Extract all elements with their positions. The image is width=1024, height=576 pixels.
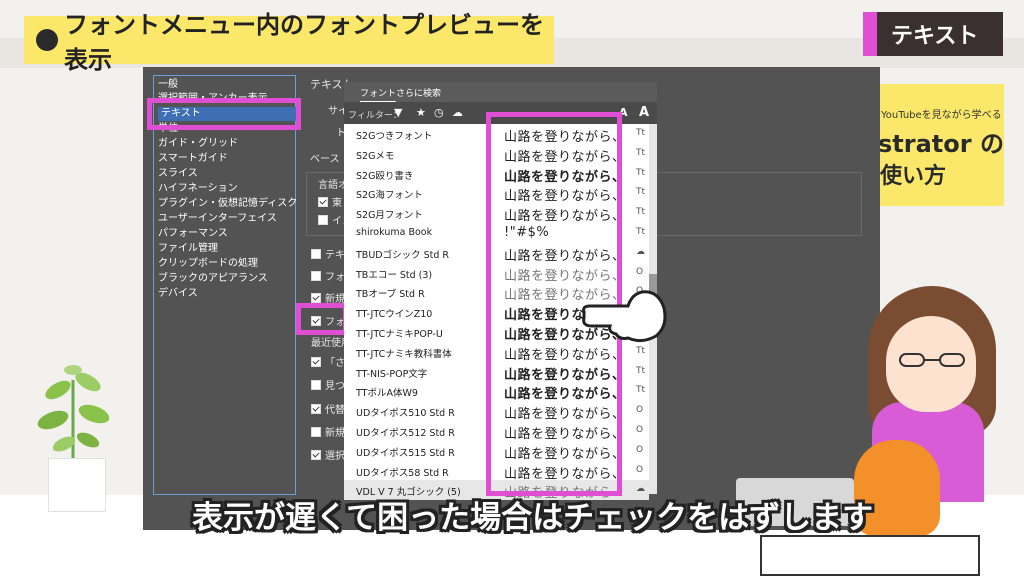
font-name: S2Gつきフォント — [356, 131, 433, 142]
tab-find-more[interactable]: さらに検索 — [396, 86, 441, 99]
font-type-icon: Tt — [636, 167, 646, 178]
font-type-icon: Tt — [636, 345, 646, 356]
font-name: UDタイポス510 Std R — [356, 408, 455, 420]
checkbox[interactable] — [311, 380, 321, 390]
font-name: shirokuma Book — [356, 227, 433, 238]
cloud-icon[interactable]: ☁ — [452, 106, 463, 119]
font-type-icon: Tt — [636, 365, 646, 376]
option-row-2[interactable]: フォ — [311, 268, 345, 283]
desk-illustration — [760, 535, 980, 576]
font-name: TT-JTCナミキPOP-U — [356, 329, 443, 340]
font-type-icon: Tt — [636, 207, 646, 218]
recent-clock-icon[interactable]: ◷ — [434, 106, 444, 119]
sidebar-item-clipboard[interactable]: クリップボードの処理 — [158, 257, 258, 271]
font-type-icon: O — [636, 464, 644, 475]
sidebar-item-plugins[interactable]: プラグイン・仮想記憶ディスク — [158, 197, 297, 211]
baseline-label: ベース — [310, 154, 340, 165]
promo-title: strator の — [878, 130, 1004, 158]
font-type-icon: Tt — [636, 147, 646, 158]
font-name: S2G殴り書き — [356, 170, 414, 182]
font-name: TT-JTCナミキ教科書体 — [356, 348, 452, 360]
sidebar-item-black-appearance[interactable]: ブラックのアピアランス — [158, 272, 268, 286]
checkbox[interactable] — [311, 427, 321, 437]
option-row-7[interactable]: 代替 — [311, 401, 345, 416]
font-menu-tabs: フォント さらに検索 — [344, 82, 657, 103]
plant-pot — [48, 458, 106, 512]
font-name: S2G海フォント — [356, 190, 423, 202]
font-name: S2G月フォント — [356, 210, 423, 222]
font-type-icon: Tt — [636, 187, 646, 198]
bullet-dot-icon — [36, 29, 58, 51]
text-size-large-icon[interactable]: A — [639, 105, 649, 120]
font-name: TBUDゴシック Std R — [356, 249, 450, 261]
promo-title-2: 使い方 — [880, 164, 947, 189]
preferences-sidebar: 一般 選択範囲・アンカー表示 テキスト 単位 ガイド・グリッド スマートガイド … — [153, 75, 297, 495]
font-name: S2Gメモ — [356, 150, 395, 162]
option-row-8[interactable]: 新規 — [311, 424, 345, 439]
glasses-icon — [899, 353, 965, 367]
favorite-star-icon[interactable]: ★ — [416, 106, 426, 119]
checkbox[interactable] — [318, 197, 328, 207]
sidebar-item-guides-grid[interactable]: ガイド・グリッド — [158, 137, 238, 151]
sidebar-item-performance[interactable]: パフォーマンス — [158, 227, 228, 241]
tag-accent-bar — [863, 12, 877, 56]
font-type-icon: Tt — [636, 227, 646, 237]
font-type-icon: Tt — [636, 128, 646, 138]
font-type-icon: O — [636, 266, 644, 277]
checkbox[interactable] — [311, 404, 321, 414]
font-name: UDタイポス515 Std R — [356, 447, 455, 459]
option-row-6[interactable]: 見つ — [311, 377, 345, 392]
highlight-preview-checkbox — [296, 303, 348, 335]
sidebar-item-general[interactable]: 一般 — [158, 78, 178, 92]
checkbox[interactable] — [311, 271, 321, 281]
checkbox[interactable] — [318, 215, 328, 225]
font-name: TT-NIS-POP文字 — [356, 368, 428, 380]
title-text: フォントメニュー内のフォントプレビューを表示 — [64, 11, 544, 74]
topic-tag-label: テキスト — [891, 24, 979, 49]
title-banner: フォントメニュー内のフォントプレビューを表示 — [24, 11, 554, 74]
font-type-icon: O — [636, 405, 644, 416]
font-name: TBエコー Std (3) — [356, 269, 433, 281]
checkbox[interactable] — [311, 293, 321, 303]
font-type-icon: ☁ — [636, 246, 645, 257]
checkbox[interactable] — [311, 357, 321, 367]
font-type-icon: O — [636, 444, 644, 455]
subtitle-caption: 表示が遅くて困った場合はチェックをはずします — [192, 500, 874, 536]
east-asian-option[interactable]: 東 — [318, 194, 342, 209]
tab-fonts[interactable]: フォント — [360, 86, 397, 103]
sidebar-item-file-handling[interactable]: ファイル管理 — [158, 242, 218, 256]
sidebar-item-user-interface[interactable]: ユーザーインターフェイス — [158, 212, 277, 226]
font-type-icon: Tt — [636, 385, 646, 396]
sidebar-item-smart-guides[interactable]: スマートガイド — [158, 152, 228, 166]
plant-illustration — [37, 365, 110, 468]
sidebar-item-slices[interactable]: スライス — [158, 167, 198, 181]
filter-funnel-icon[interactable]: ▼ — [394, 106, 402, 119]
font-type-icon: O — [636, 425, 644, 435]
font-name: TBオーブ Std R — [356, 289, 425, 301]
sidebar-item-devices[interactable]: デバイス — [158, 287, 198, 301]
promo-subtitle: YouTubeを見ながら学べる — [881, 110, 1002, 121]
pointing-hand-icon — [582, 290, 667, 343]
font-name: UDタイポス512 Std R — [356, 428, 455, 439]
font-name: UDタイポス58 Std R — [356, 467, 449, 479]
option-row-1[interactable]: テキ — [311, 246, 345, 261]
font-name: TTポルA体W9 — [356, 388, 418, 400]
checkbox[interactable] — [311, 450, 321, 460]
checkbox[interactable] — [311, 249, 321, 259]
topic-tag: テキスト — [863, 12, 1003, 56]
highlight-sidebar-text — [147, 98, 301, 130]
sidebar-item-hyphenation[interactable]: ハイフネーション — [158, 182, 238, 196]
promo-card: YouTubeを見ながら学べる strator の 使い方 — [878, 84, 1004, 206]
font-name: TT-JTCウインZ10 — [356, 309, 433, 321]
